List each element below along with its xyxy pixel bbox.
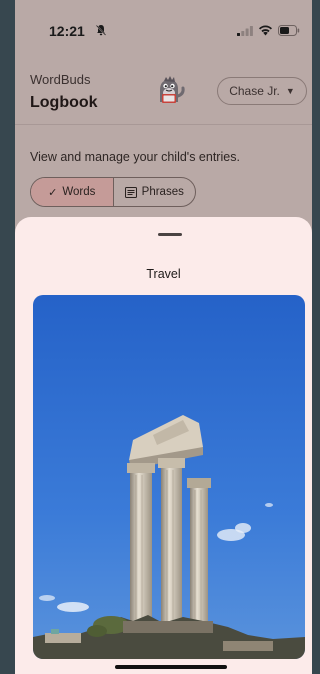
header-divider (15, 124, 312, 125)
roman-columns-image (33, 295, 305, 659)
wifi-icon (259, 25, 272, 36)
page-title: Logbook (30, 94, 98, 111)
bottom-sheet: Travel (15, 217, 312, 674)
chevron-down-icon: ▼ (285, 86, 295, 96)
list-icon (124, 186, 137, 198)
signal-icon (237, 26, 253, 36)
entry-photo[interactable] (33, 295, 305, 659)
segment-phrases[interactable]: Phrases (114, 178, 196, 206)
status-bar: 12:21 (15, 0, 312, 60)
segment-words-label: Words (62, 186, 96, 198)
check-icon: ✓ (48, 186, 58, 199)
child-selector-value: Chase Jr. (229, 84, 280, 98)
sheet-title: Travel (146, 267, 181, 281)
sheet-drag-handle[interactable] (158, 233, 182, 236)
battery-icon (278, 25, 300, 36)
page-subtitle: View and manage your child's entries. (30, 150, 240, 164)
status-time: 12:21 (49, 23, 85, 39)
segment-words[interactable]: ✓ Words (31, 178, 114, 206)
dinosaur-mascot-icon (160, 76, 185, 103)
home-indicator[interactable] (115, 665, 227, 669)
app-screen: 12:21 WordBuds Logbook Chase Jr. ▼ View … (15, 0, 312, 674)
entry-type-toggle: ✓ Words Phrases (30, 177, 196, 207)
app-header: WordBuds Logbook Chase Jr. ▼ (15, 62, 312, 124)
segment-phrases-label: Phrases (141, 186, 184, 198)
child-selector-dropdown[interactable]: Chase Jr. ▼ (217, 77, 307, 105)
app-name: WordBuds (30, 72, 91, 87)
bell-off-icon (95, 24, 107, 36)
